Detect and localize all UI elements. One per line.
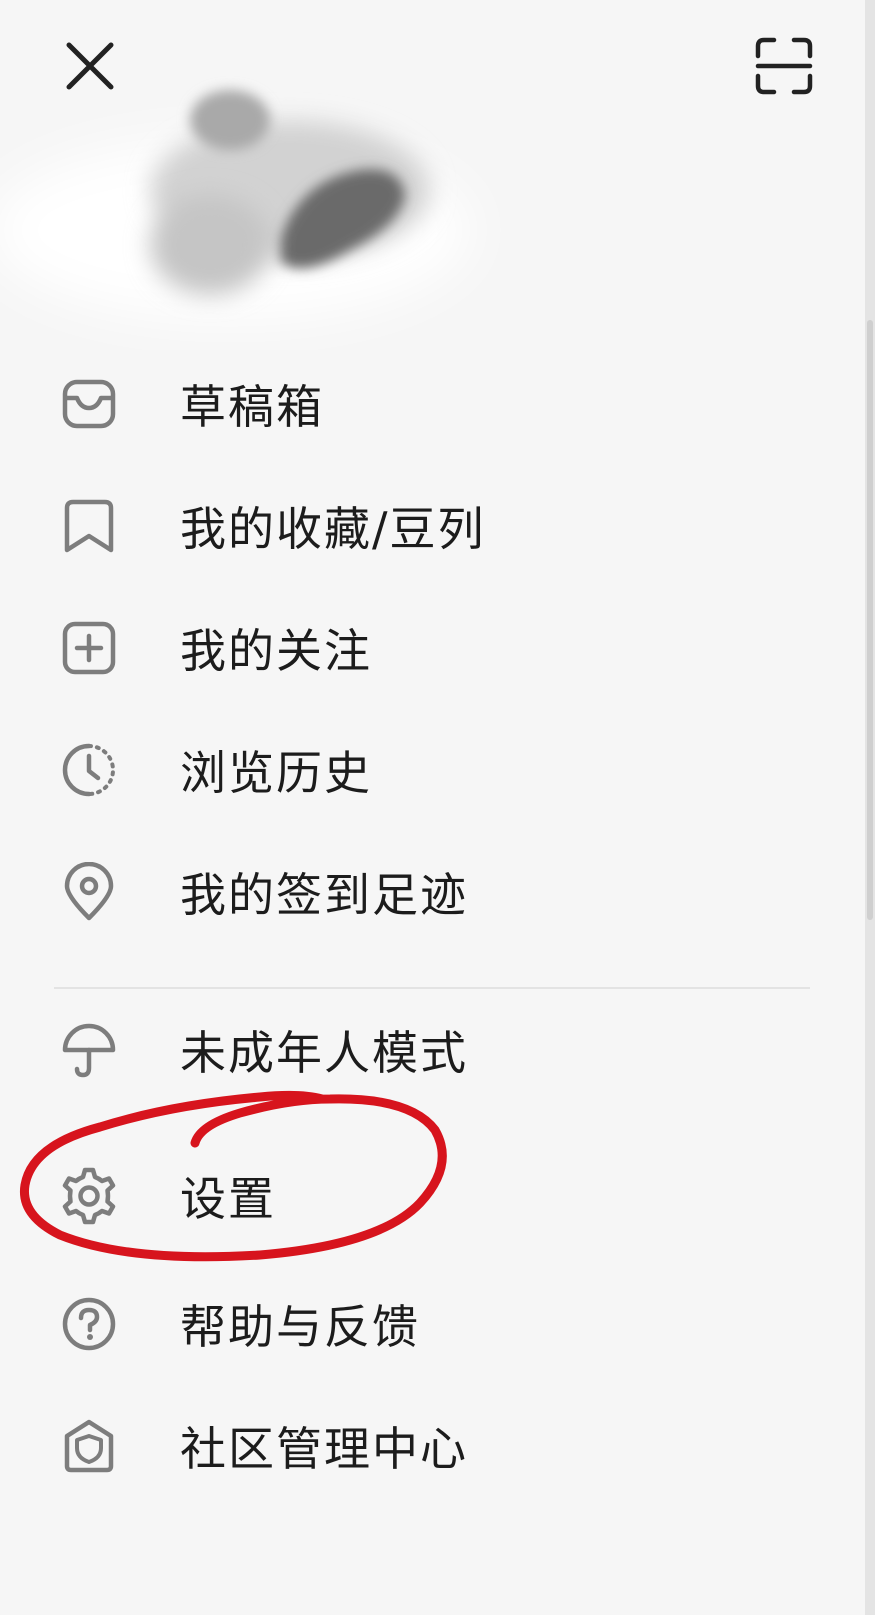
scrollbar[interactable]	[865, 0, 875, 1615]
menu-item-help-feedback[interactable]: 帮助与反馈	[50, 1274, 810, 1374]
menu-item-label: 我的关注	[180, 624, 372, 678]
menu-item-community-management[interactable]: 社区管理中心	[50, 1396, 810, 1496]
scan-button[interactable]	[752, 34, 816, 98]
menu-divider	[54, 987, 810, 989]
menu-item-label: 设置	[180, 1172, 276, 1226]
profile-avatar[interactable]	[0, 60, 560, 350]
menu-item-following[interactable]: 我的关注	[50, 598, 810, 698]
menu-item-checkin-footprints[interactable]: 我的签到足迹	[50, 842, 810, 942]
side-drawer-menu: 草稿箱 我的收藏/豆列 我的关注 浏览历史 我的签到足迹 未成年人模式 设置 帮…	[0, 0, 865, 1615]
drafts-inbox-icon	[56, 371, 122, 437]
menu-item-label: 浏览历史	[180, 746, 372, 800]
scan-icon	[755, 37, 813, 95]
menu-item-drafts[interactable]: 草稿箱	[50, 354, 810, 454]
menu-item-minor-mode[interactable]: 未成年人模式	[50, 1000, 810, 1100]
shield-icon	[56, 1413, 122, 1479]
menu-item-favorites[interactable]: 我的收藏/豆列	[50, 476, 810, 576]
gear-icon	[56, 1163, 122, 1229]
scrollbar-thumb[interactable]	[867, 320, 873, 920]
menu-item-label: 未成年人模式	[180, 1026, 468, 1080]
menu-item-label: 我的收藏/豆列	[180, 502, 486, 556]
menu-item-settings[interactable]: 设置	[50, 1146, 810, 1246]
bookmark-icon	[56, 493, 122, 559]
menu-item-label: 帮助与反馈	[180, 1300, 420, 1354]
menu-item-label: 草稿箱	[180, 380, 324, 434]
menu-item-history[interactable]: 浏览历史	[50, 720, 810, 820]
history-clock-icon	[56, 737, 122, 803]
plus-square-icon	[56, 615, 122, 681]
help-icon	[56, 1291, 122, 1357]
menu-item-label: 社区管理中心	[180, 1422, 468, 1476]
umbrella-icon	[56, 1017, 122, 1083]
location-pin-icon	[56, 859, 122, 925]
menu-item-label: 我的签到足迹	[180, 868, 468, 922]
